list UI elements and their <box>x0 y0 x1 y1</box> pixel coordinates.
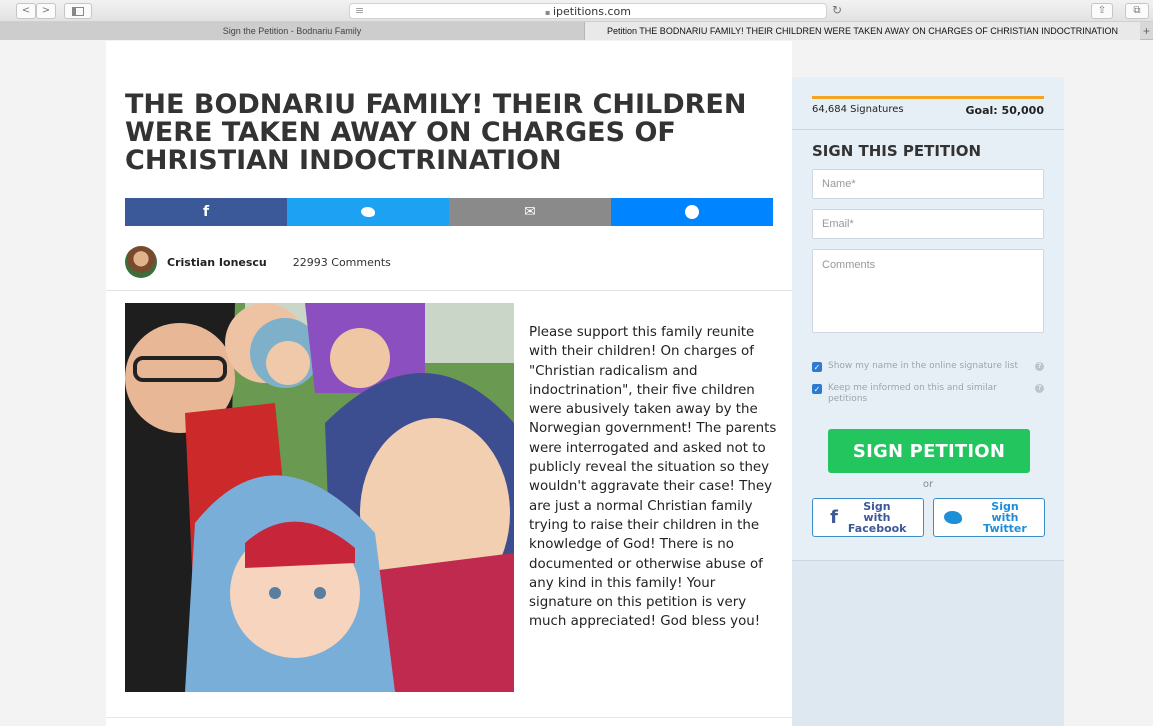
tab-overview-button[interactable]: ⧉ <box>1125 3 1149 19</box>
or-separator: or <box>922 479 934 490</box>
twitter-icon <box>944 511 962 524</box>
back-button[interactable]: < <box>16 3 36 19</box>
family-photo <box>125 303 514 692</box>
facebook-icon: f <box>830 507 838 528</box>
sign-card: 64,684 Signatures Goal: 50,000 SIGN THIS… <box>792 77 1064 561</box>
divider <box>792 129 1064 130</box>
show-name-label: Show my name in the online signature lis… <box>828 361 1018 371</box>
sign-with-facebook-button[interactable]: f Sign with Facebook <box>812 498 924 537</box>
page-content: THE BODNARIU FAMILY! THEIR CHILDREN WERE… <box>0 41 1153 726</box>
share-twitter-button[interactable] <box>287 198 449 226</box>
tab-petition-active[interactable]: Petition THE BODNARIU FAMILY! THEIR CHIL… <box>585 22 1140 40</box>
avatar[interactable] <box>125 246 157 278</box>
divider <box>106 290 792 291</box>
comment-count[interactable]: 22993 Comments <box>293 256 391 269</box>
share-icon: ⇧ <box>1097 5 1107 16</box>
name-field[interactable]: Name* <box>812 169 1044 199</box>
messenger-icon <box>685 205 699 219</box>
help-icon[interactable]: ? <box>1035 384 1044 393</box>
share-button[interactable]: ⇧ <box>1091 3 1113 19</box>
sign-with-twitter-button[interactable]: Sign with Twitter <box>933 498 1045 537</box>
signature-progress-bar <box>812 96 1044 99</box>
show-name-option: ✓ Show my name in the online signature l… <box>812 361 1044 372</box>
browser-toolbar: < > ≡ ▪ ipetitions.com ↻ ⇧ ⧉ <box>0 0 1153 22</box>
share-facebook-button[interactable]: f <box>125 198 287 226</box>
url-text: ipetitions.com <box>553 5 631 18</box>
sign-sidebar: 64,684 Signatures Goal: 50,000 SIGN THIS… <box>792 77 1064 726</box>
author-row: Cristian Ionescu 22993 Comments <box>125 246 391 278</box>
email-icon: ✉ <box>524 204 536 220</box>
new-tab-button[interactable]: + <box>1140 22 1153 40</box>
sidebar-toggle-button[interactable] <box>64 3 92 19</box>
email-field[interactable]: Email* <box>812 209 1044 239</box>
sidebar-icon <box>72 6 84 16</box>
share-bar: f ✉ <box>125 198 773 226</box>
show-name-checkbox[interactable]: ✓ <box>812 362 822 372</box>
author-name[interactable]: Cristian Ionescu <box>167 256 267 269</box>
lock-icon: ▪ <box>545 8 553 17</box>
share-messenger-button[interactable] <box>611 198 773 226</box>
facebook-button-label: Sign with Facebook <box>847 500 907 535</box>
keep-informed-checkbox[interactable]: ✓ <box>812 384 822 394</box>
tabs-overview-icon: ⧉ <box>1133 5 1141 16</box>
twitter-icon <box>361 207 375 217</box>
share-email-button[interactable]: ✉ <box>449 198 611 226</box>
tab-sign-petition[interactable]: Sign the Petition - Bodnariu Family <box>0 22 585 40</box>
address-bar[interactable]: ≡ ▪ ipetitions.com ↻ <box>349 3 842 19</box>
twitter-button-label: Sign with Twitter <box>983 500 1027 535</box>
facebook-icon: f <box>202 204 210 220</box>
forward-icon: > <box>41 5 51 16</box>
petition-title: THE BODNARIU FAMILY! THEIR CHILDREN WERE… <box>125 89 747 176</box>
signature-count: 64,684 Signatures <box>812 104 904 115</box>
family-photo-illustration <box>125 303 514 692</box>
reload-icon[interactable]: ↻ <box>832 3 842 17</box>
forward-button[interactable]: > <box>36 3 56 19</box>
help-icon[interactable]: ? <box>1035 362 1044 371</box>
sign-heading: SIGN THIS PETITION <box>812 142 982 160</box>
petition-description: Please support this family reunite with … <box>529 325 777 630</box>
divider <box>106 717 792 718</box>
back-icon: < <box>21 5 31 16</box>
keep-informed-option: ✓ Keep me informed on this and similar p… <box>812 383 1044 405</box>
signature-goal: Goal: 50,000 <box>965 104 1044 117</box>
tab-bar: Sign the Petition - Bodnariu Family Peti… <box>0 22 1153 40</box>
petition-main: THE BODNARIU FAMILY! THEIR CHILDREN WERE… <box>106 41 792 726</box>
comments-field[interactable]: Comments <box>812 249 1044 333</box>
sign-petition-button[interactable]: SIGN PETITION <box>828 429 1030 473</box>
keep-informed-label: Keep me informed on this and similar pet… <box>828 383 997 404</box>
